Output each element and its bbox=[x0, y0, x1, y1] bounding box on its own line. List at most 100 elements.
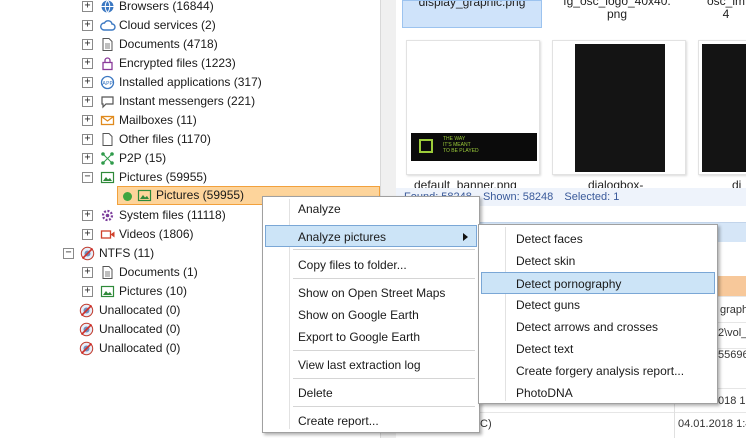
selected-count: Selected: 1 bbox=[564, 191, 620, 203]
expand-icon[interactable]: + bbox=[82, 115, 93, 126]
menu-item-label: Detect faces bbox=[516, 232, 583, 246]
dark-image bbox=[702, 44, 746, 172]
menu-separator bbox=[293, 249, 475, 250]
cloud-icon bbox=[100, 18, 116, 33]
menu-item-delete[interactable]: Delete bbox=[265, 382, 477, 404]
menu-item-analyze[interactable]: Analyze bbox=[265, 198, 477, 220]
expand-icon[interactable]: + bbox=[82, 39, 93, 50]
tree-item-p2p[interactable]: + P2P (15) bbox=[82, 149, 372, 168]
menu-item-label: Copy files to folder... bbox=[298, 258, 407, 272]
menu-item-label: View last extraction log bbox=[298, 358, 421, 372]
thumbnail-dialogbox[interactable] bbox=[552, 40, 686, 175]
menu-item-label: Detect skin bbox=[516, 254, 576, 268]
collapse-icon[interactable]: − bbox=[82, 172, 93, 183]
tree-item-browsers[interactable]: + Browsers (16844) bbox=[82, 0, 372, 16]
menu-item-copy-files[interactable]: Copy files to folder... bbox=[265, 254, 477, 276]
tree-item-encrypted-files[interactable]: + Encrypted files (1223) bbox=[82, 54, 372, 73]
grid-cell: 018 19 bbox=[718, 395, 746, 407]
dark-image bbox=[575, 44, 665, 172]
thumbnail-caption-selected[interactable]: display_graphic.png bbox=[402, 0, 542, 28]
tree-item-label: Mailboxes (11) bbox=[119, 113, 197, 127]
video-icon bbox=[100, 227, 116, 242]
menu-item-detect-skin[interactable]: Detect skin bbox=[481, 250, 715, 272]
expand-icon[interactable]: + bbox=[82, 229, 93, 240]
chat-icon bbox=[100, 94, 116, 109]
expand-icon[interactable]: + bbox=[82, 96, 93, 107]
expand-icon[interactable]: + bbox=[82, 153, 93, 164]
expand-icon[interactable]: + bbox=[82, 1, 93, 12]
tree-item-label: Cloud services (2) bbox=[119, 18, 216, 32]
lock-icon bbox=[100, 56, 116, 71]
menu-item-forgery-report[interactable]: Create forgery analysis report... bbox=[481, 360, 715, 382]
unallocated-icon bbox=[79, 322, 95, 337]
menu-item-detect-guns[interactable]: Detect guns bbox=[481, 294, 715, 316]
menu-item-analyze-pictures[interactable]: Analyze pictures bbox=[265, 225, 477, 247]
menu-item-label: Analyze bbox=[298, 202, 341, 216]
unallocated-icon bbox=[79, 341, 95, 356]
tree-item-pictures[interactable]: − Pictures (59955) bbox=[82, 168, 372, 187]
expand-icon[interactable]: + bbox=[82, 286, 93, 297]
tree-item-label: Pictures (59955) bbox=[156, 188, 245, 202]
tree-item-label: NTFS (11) bbox=[99, 246, 155, 260]
grid-cell: 2\vol_ bbox=[718, 327, 746, 339]
menu-item-open-street-maps[interactable]: Show on Open Street Maps bbox=[265, 282, 477, 304]
tree-item-label: Encrypted files (1223) bbox=[119, 56, 236, 70]
tree-item-label: Browsers (16844) bbox=[119, 0, 214, 13]
menu-item-detect-arrows-crosses[interactable]: Detect arrows and crosses bbox=[481, 316, 715, 338]
menu-item-label: Detect arrows and crosses bbox=[516, 320, 659, 334]
gear-icon bbox=[100, 208, 116, 223]
menu-separator bbox=[293, 278, 475, 279]
expand-icon[interactable]: + bbox=[82, 210, 93, 221]
status-dot-icon bbox=[123, 192, 132, 201]
tree-item-label: Other files (1170) bbox=[119, 132, 211, 146]
menu-item-detect-text[interactable]: Detect text bbox=[481, 338, 715, 360]
grid-cell: C) bbox=[480, 418, 492, 430]
tree-item-instant-messengers[interactable]: + Instant messengers (221) bbox=[82, 92, 372, 111]
thumbnail-partial[interactable] bbox=[698, 40, 746, 175]
picture-icon bbox=[100, 170, 116, 185]
unallocated-icon bbox=[79, 303, 95, 318]
tree-item-label: System files (11118) bbox=[119, 208, 226, 222]
tree-item-label: Unallocated (0) bbox=[99, 303, 181, 317]
tree-item-installed-applications[interactable]: + APP Installed applications (317) bbox=[82, 73, 372, 92]
menu-item-label: Create forgery analysis report... bbox=[516, 364, 685, 378]
tree-item-mailboxes[interactable]: + Mailboxes (11) bbox=[82, 111, 372, 130]
thumbnail-caption[interactable]: fg_osc_logo_40x40. png bbox=[552, 0, 682, 28]
tree-item-label: Documents (4718) bbox=[119, 37, 218, 51]
menu-item-google-earth[interactable]: Show on Google Earth bbox=[265, 304, 477, 326]
expand-icon[interactable]: + bbox=[82, 20, 93, 31]
menu-item-create-report[interactable]: Create report... bbox=[265, 410, 477, 432]
menu-item-label: Detect text bbox=[516, 342, 574, 356]
tree-item-label: Unallocated (0) bbox=[99, 341, 181, 355]
tree-item-documents[interactable]: + Documents (4718) bbox=[82, 35, 372, 54]
expand-icon[interactable]: + bbox=[82, 58, 93, 69]
mail-icon bbox=[100, 113, 116, 128]
collapse-icon[interactable]: − bbox=[63, 248, 74, 259]
menu-item-export-google-earth[interactable]: Export to Google Earth bbox=[265, 326, 477, 348]
tree-item-other-files[interactable]: + Other files (1170) bbox=[82, 130, 372, 149]
grid-cell: 04.01.2018 1:4 bbox=[678, 418, 746, 430]
expand-icon[interactable]: + bbox=[82, 134, 93, 145]
menu-separator bbox=[293, 350, 475, 351]
p2p-icon bbox=[100, 151, 116, 166]
menu-item-label: Detect pornography bbox=[516, 277, 622, 291]
logo-icon bbox=[419, 139, 433, 153]
tree-item-label: Pictures (59955) bbox=[119, 170, 208, 184]
menu-item-photodna[interactable]: PhotoDNA bbox=[481, 382, 715, 404]
menu-item-label: Analyze pictures bbox=[298, 230, 387, 244]
tree-item-cloud-services[interactable]: + Cloud services (2) bbox=[82, 16, 372, 35]
context-menu: Analyze Analyze pictures Copy files to f… bbox=[262, 196, 480, 433]
banner-text: THE WAY IT'S MEANT TO BE PLAYED bbox=[443, 136, 479, 154]
expand-icon[interactable]: + bbox=[82, 267, 93, 278]
expand-icon[interactable]: + bbox=[82, 77, 93, 88]
app-icon: APP bbox=[100, 75, 116, 90]
svg-text:APP: APP bbox=[102, 81, 113, 87]
menu-item-detect-pornography[interactable]: Detect pornography bbox=[481, 272, 715, 294]
grid-cell: graph bbox=[720, 304, 746, 316]
grid-cell: 55696 bbox=[718, 349, 746, 361]
menu-item-detect-faces[interactable]: Detect faces bbox=[481, 228, 715, 250]
menu-item-view-extraction-log[interactable]: View last extraction log bbox=[265, 354, 477, 376]
disk-icon bbox=[80, 246, 96, 261]
thumbnail-default-banner[interactable]: THE WAY IT'S MEANT TO BE PLAYED bbox=[406, 40, 540, 175]
thumbnail-caption[interactable]: osc_im 4 bbox=[696, 0, 746, 28]
